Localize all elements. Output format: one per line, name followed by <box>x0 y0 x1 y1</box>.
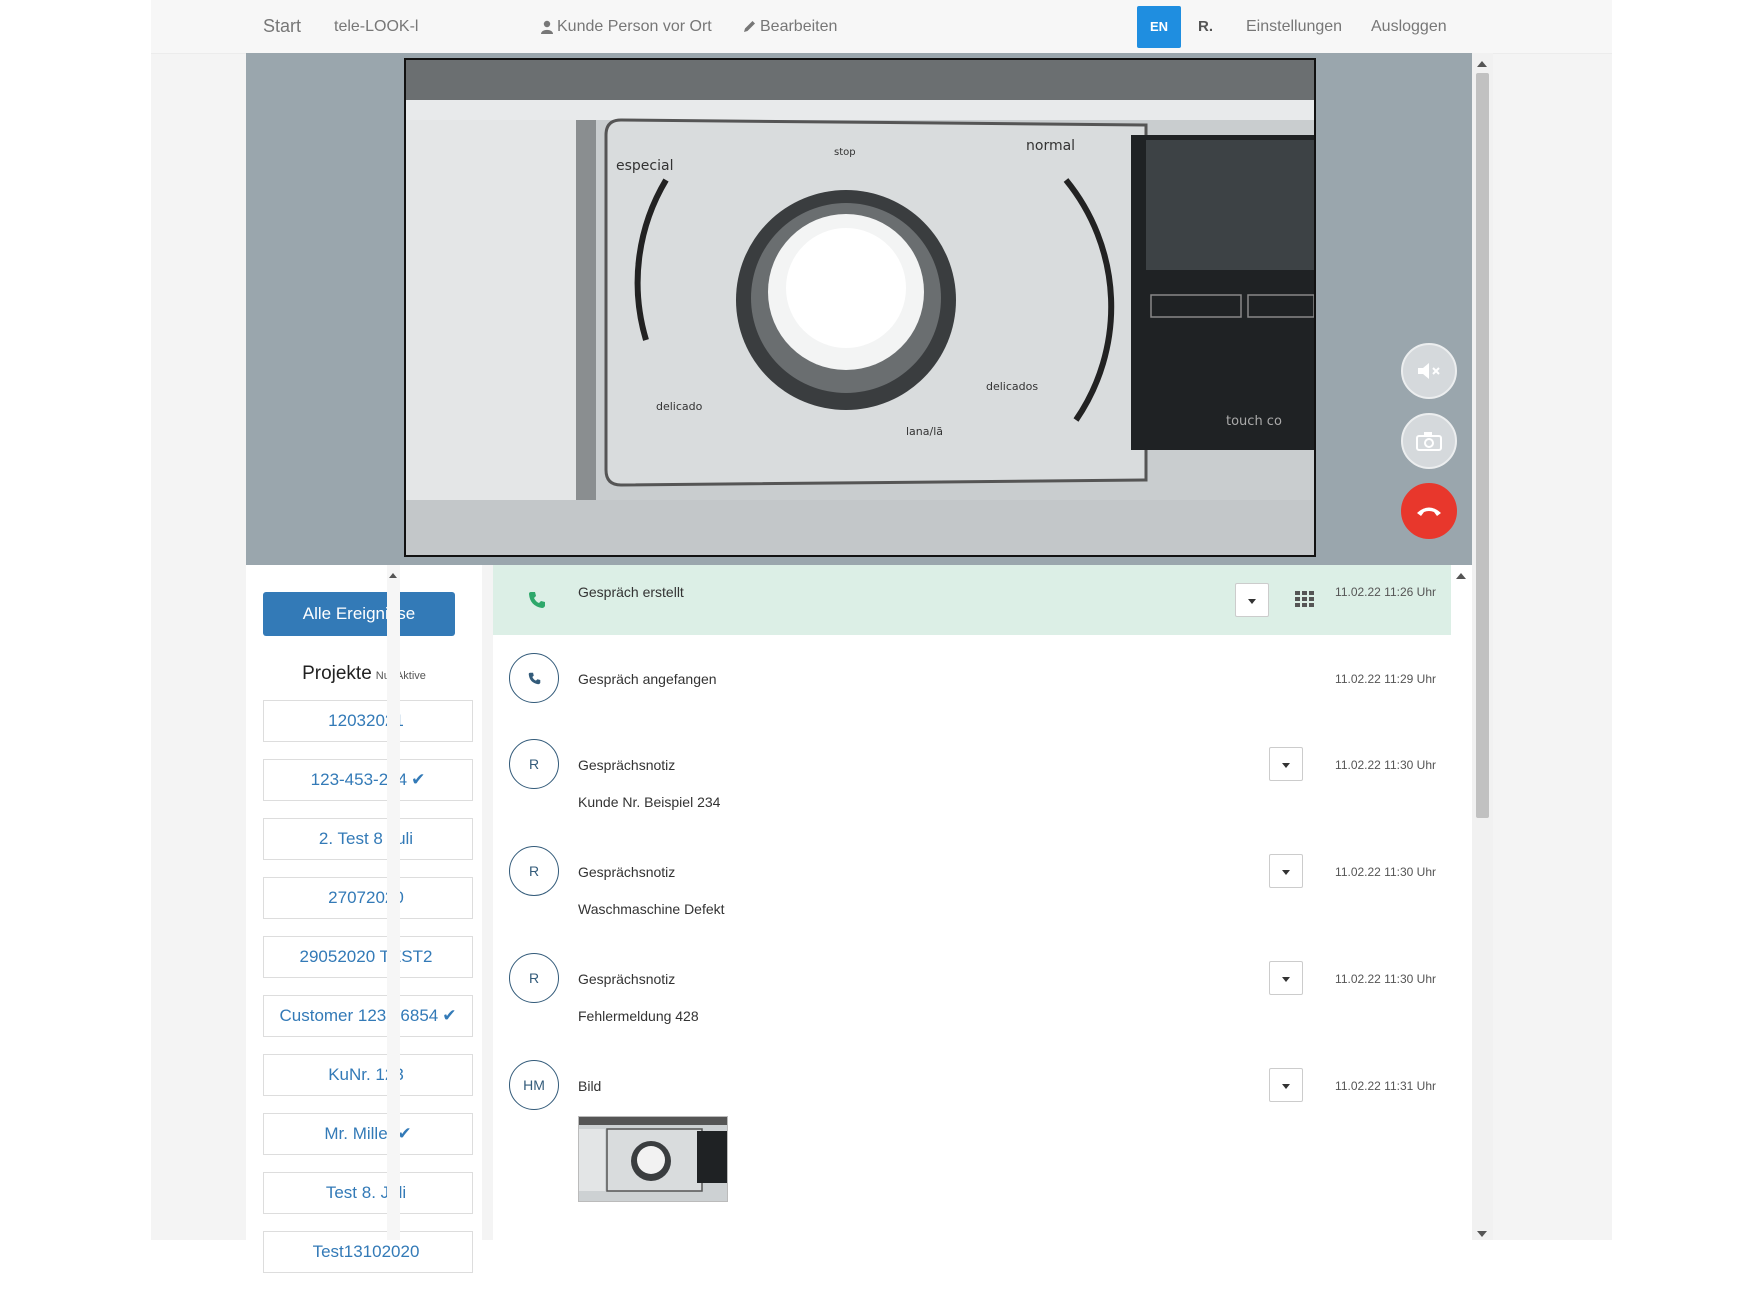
svg-text:delicados: delicados <box>986 380 1038 393</box>
project-list: 12032021 123-453-284 ✔ 2. Test 8 Juli 270… <box>263 700 473 1290</box>
event-title: Gespräch erstellt <box>578 584 684 600</box>
scroll-up-arrow[interactable] <box>1477 61 1487 67</box>
event-time: 11.02.22 11:30 Uhr <box>1335 972 1436 986</box>
video-area: especial normal stop delicados delicado … <box>246 53 1472 565</box>
svg-text:touch co: touch co <box>1226 414 1282 429</box>
event-avatar: R <box>509 846 559 896</box>
customer-person-label: Kunde Person vor Ort <box>557 18 712 35</box>
event-options-dropdown[interactable] <box>1269 961 1303 995</box>
sidebar-scrollbar[interactable] <box>387 565 400 1240</box>
svg-text:lana/lã: lana/lã <box>906 425 943 438</box>
event-row: Gespräch erstellt 11.02.22 11:26 Uhr <box>493 565 1451 636</box>
event-note: Fehlermeldung 428 <box>578 1008 699 1024</box>
event-title: Gesprächsnotiz <box>578 864 676 880</box>
check-icon: ✔ <box>442 1006 457 1025</box>
start-link[interactable]: Start <box>263 0 301 53</box>
event-row: R Gesprächsnotiz Kunde Nr. Beispiel 234 … <box>493 721 1451 829</box>
event-avatar: HM <box>509 1060 559 1110</box>
scroll-down-arrow[interactable] <box>1477 1231 1487 1237</box>
event-title: Bild <box>578 1078 602 1094</box>
event-avatar: R <box>509 953 559 1003</box>
washing-machine-thumbnail-image <box>579 1117 727 1201</box>
event-time: 11.02.22 11:31 Uhr <box>1335 1079 1436 1093</box>
events-scroll-up-arrow[interactable] <box>1456 573 1466 579</box>
event-options-dropdown[interactable] <box>1269 1068 1303 1102</box>
event-title: Gespräch angefangen <box>578 671 717 687</box>
event-title: Gesprächsnotiz <box>578 971 676 987</box>
event-options-dropdown[interactable] <box>1269 854 1303 888</box>
phone-icon <box>528 672 540 684</box>
phone-icon <box>529 592 545 608</box>
grid-icon[interactable] <box>1295 591 1314 607</box>
projects-heading: Projekte Nur Aktive <box>246 663 482 685</box>
user-initial[interactable]: R. <box>1198 0 1213 53</box>
pencil-icon <box>744 21 755 33</box>
event-title: Gesprächsnotiz <box>578 757 676 773</box>
all-events-button[interactable]: Alle Ereignisse <box>263 592 455 636</box>
event-avatar <box>509 653 559 703</box>
speaker-mute-icon <box>1418 363 1440 379</box>
project-item[interactable]: KuNr. 123 <box>263 1054 473 1096</box>
project-item[interactable]: Test 8. Juli <box>263 1172 473 1214</box>
project-label: 29052020 TEST2 <box>299 947 433 966</box>
event-note: Kunde Nr. Beispiel 234 <box>578 794 721 810</box>
project-item[interactable]: 29052020 TEST2 <box>263 936 473 978</box>
event-options-dropdown[interactable] <box>1269 747 1303 781</box>
svg-text:delicado: delicado <box>656 400 703 413</box>
event-time: 11.02.22 11:30 Uhr <box>1335 865 1436 879</box>
logout-link[interactable]: Ausloggen <box>1371 0 1447 53</box>
project-item[interactable]: Mr. Miller ✔ <box>263 1113 473 1155</box>
page-scrollbar[interactable] <box>1472 53 1493 1240</box>
event-avatar: R <box>509 739 559 789</box>
video-stream: especial normal stop delicados delicado … <box>404 58 1316 557</box>
app-window: Start tele-LOOK-l Kunde Person vor Ort B… <box>151 0 1612 1273</box>
user-icon <box>541 20 553 34</box>
customer-person-link[interactable]: Kunde Person vor Ort <box>541 0 712 53</box>
check-icon: ✔ <box>411 770 426 789</box>
snapshot-button[interactable] <box>1401 413 1457 469</box>
projects-title: Projekte <box>302 663 372 684</box>
project-item[interactable]: 27072020 <box>263 877 473 919</box>
event-timeline: Gespräch erstellt 11.02.22 11:26 Uhr Ges… <box>493 565 1451 1240</box>
event-row: HM Bild 11.02.22 11:31 Uhr <box>493 1042 1451 1240</box>
event-row: R Gesprächsnotiz Fehlermeldung 428 11.02… <box>493 935 1451 1043</box>
project-item[interactable]: Test13102020 <box>263 1231 473 1273</box>
project-label: Mr. Miller <box>324 1124 394 1143</box>
project-item[interactable]: 12032021 <box>263 700 473 742</box>
svg-text:normal: normal <box>1026 138 1075 154</box>
project-label: Test13102020 <box>312 1242 420 1261</box>
phone-hangup-icon <box>1417 507 1441 516</box>
event-time: 11.02.22 11:29 Uhr <box>1335 672 1436 686</box>
project-item[interactable]: 123-453-284 ✔ <box>263 759 473 801</box>
settings-link[interactable]: Einstellungen <box>1246 0 1342 53</box>
hangup-button[interactable] <box>1401 483 1457 539</box>
washing-machine-video-image: especial normal stop delicados delicado … <box>406 60 1314 555</box>
scrollbar-thumb[interactable] <box>1476 73 1489 818</box>
event-row: R Gesprächsnotiz Waschmaschine Defekt 11… <box>493 828 1451 936</box>
event-note: Waschmaschine Defekt <box>578 901 725 917</box>
project-sidebar: Alle Ereignisse Projekte Nur Aktive 12032… <box>246 565 482 1273</box>
top-navbar: Start tele-LOOK-l Kunde Person vor Ort B… <box>151 0 1612 54</box>
projects-filter-label[interactable]: Nur Aktive <box>376 670 426 682</box>
sidebar-scroll-up-arrow[interactable] <box>389 573 397 578</box>
event-time: 11.02.22 11:26 Uhr <box>1335 585 1436 599</box>
project-item[interactable]: Customer 123 76854 ✔ <box>263 995 473 1037</box>
svg-text:stop: stop <box>834 147 856 158</box>
camera-icon <box>1416 432 1442 451</box>
project-item[interactable]: 2. Test 8 Juli <box>263 818 473 860</box>
mute-button[interactable] <box>1401 343 1457 399</box>
edit-label: Bearbeiten <box>760 18 838 35</box>
project-label: Customer 123 76854 <box>279 1006 439 1025</box>
event-image-thumbnail[interactable] <box>578 1116 728 1202</box>
events-scrollbar[interactable] <box>1451 565 1472 1240</box>
svg-text:especial: especial <box>616 158 673 174</box>
language-button[interactable]: EN <box>1137 6 1181 48</box>
event-time: 11.02.22 11:30 Uhr <box>1335 758 1436 772</box>
event-row: Gespräch angefangen 11.02.22 11:29 Uhr <box>493 635 1451 722</box>
edit-link[interactable]: Bearbeiten <box>743 0 837 53</box>
session-title[interactable]: tele-LOOK-l <box>334 0 514 53</box>
event-options-dropdown[interactable] <box>1235 583 1269 617</box>
